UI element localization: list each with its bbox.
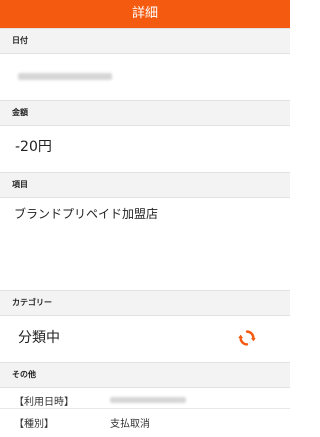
section-label-other: その他 (12, 370, 36, 379)
item-value: ブランドプリペイド加盟店 (14, 207, 159, 221)
section-label-category: カテゴリー (12, 298, 52, 307)
divider (0, 408, 290, 409)
section-header-date: 日付 (0, 28, 290, 54)
other-label-datetime: 【利用日時】 (14, 397, 74, 408)
datetime-value-redacted (110, 397, 186, 403)
nav-bar: 詳細 (0, 0, 290, 28)
refresh-icon[interactable] (238, 329, 256, 347)
other-row-datetime: 【利用日時】 (0, 390, 290, 408)
section-header-other: その他 (0, 362, 290, 388)
date-value-row (0, 54, 290, 100)
amount-row: -20円 (0, 126, 290, 172)
item-row: ブランドプリペイド加盟店 (0, 198, 290, 290)
section-label-amount: 金額 (12, 108, 28, 117)
amount-value: -20円 (15, 139, 52, 155)
other-row-type: 【種別】 支払取消 (0, 412, 290, 430)
page-title: 詳細 (131, 6, 158, 21)
category-row[interactable]: 分類中 (0, 316, 290, 362)
section-header-category: カテゴリー (0, 290, 290, 316)
section-header-item: 項目 (0, 172, 290, 198)
section-label-item: 項目 (12, 180, 28, 189)
other-label-type: 【種別】 (14, 419, 54, 430)
date-value-redacted (18, 73, 112, 80)
section-label-date: 日付 (12, 36, 28, 45)
other-value-type: 支払取消 (110, 419, 150, 430)
section-header-amount: 金額 (0, 100, 290, 126)
